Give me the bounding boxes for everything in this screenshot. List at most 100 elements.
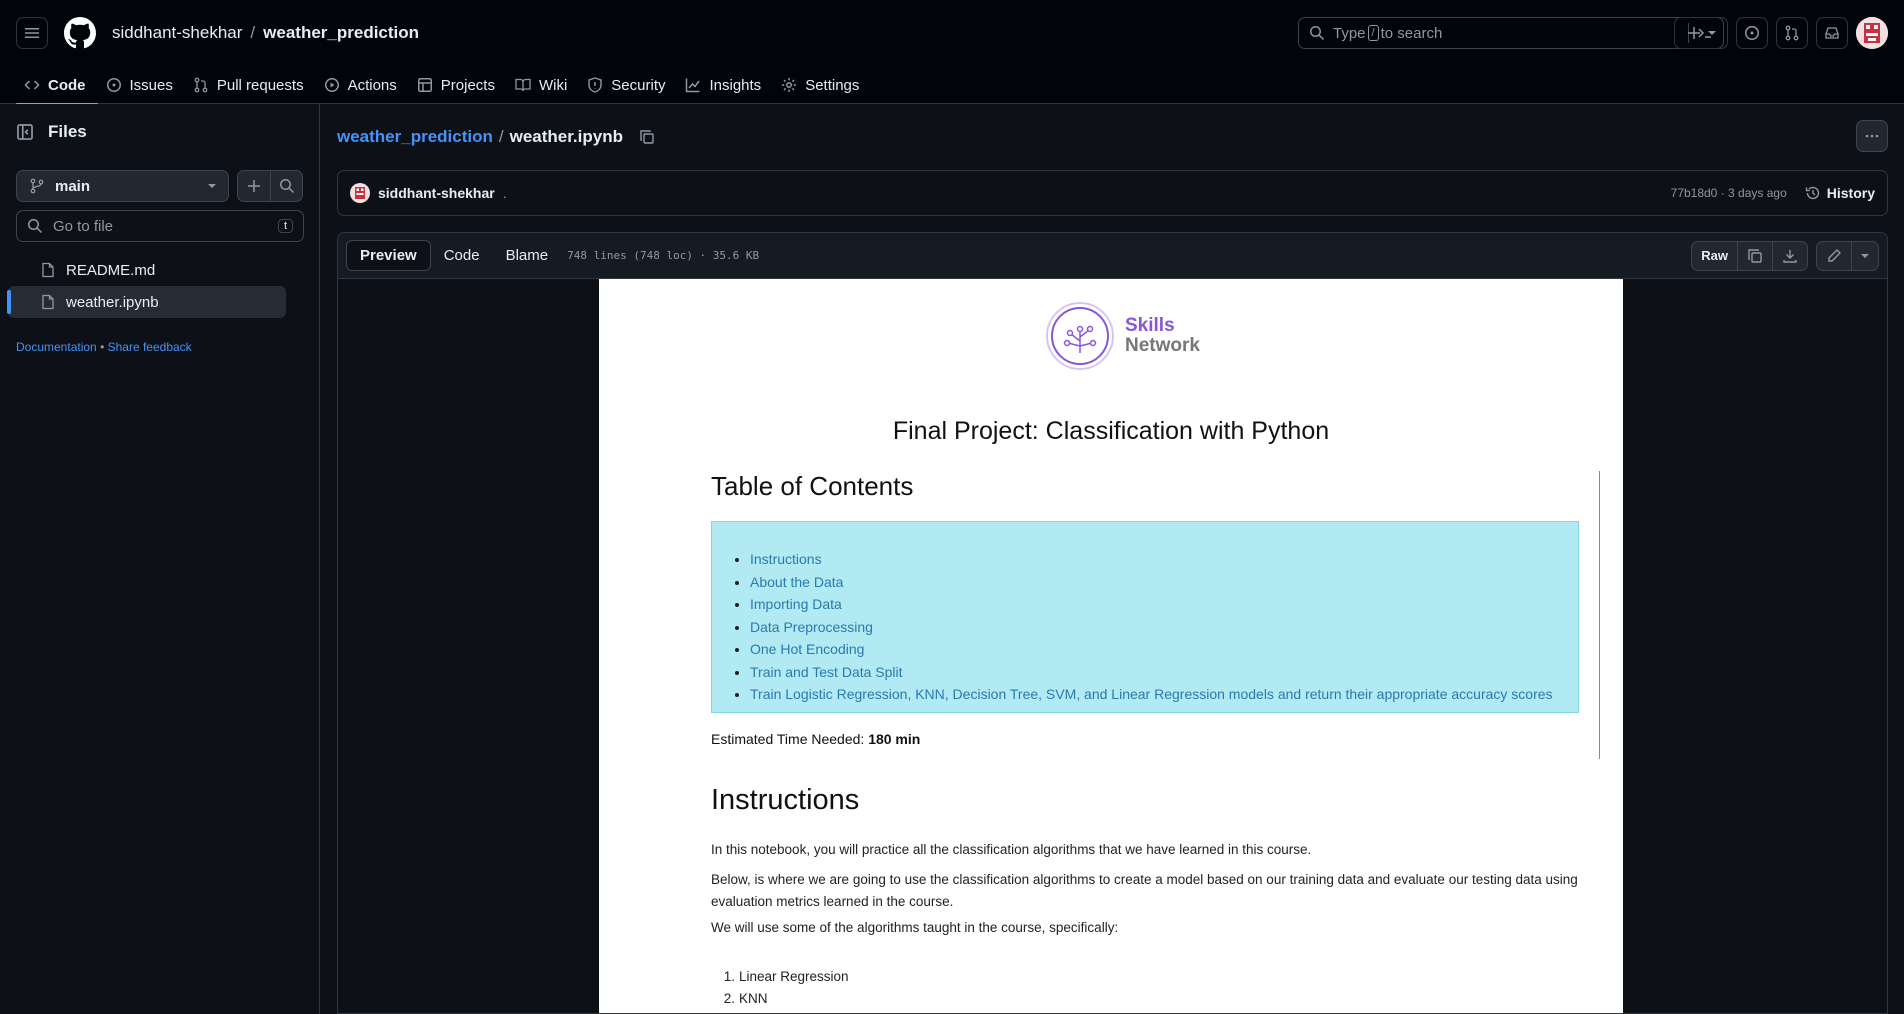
breadcrumb-repo-link[interactable]: weather_prediction (337, 127, 493, 147)
estimated-time-value: 180 min (868, 731, 921, 747)
commit-message[interactable]: . (503, 185, 507, 201)
pull-requests-button[interactable] (1776, 17, 1808, 49)
tab-security[interactable]: Security (579, 66, 677, 104)
pull-request-icon (194, 77, 208, 93)
tab-code[interactable]: Code (16, 66, 98, 105)
copy-raw-button[interactable] (1738, 242, 1772, 270)
hamburger-icon (25, 28, 39, 38)
tab-preview[interactable]: Preview (346, 240, 431, 271)
file-icon (42, 294, 54, 310)
tab-label: Projects (440, 76, 495, 94)
commit-author[interactable]: siddhant-shekhar (378, 185, 495, 201)
toc-link-importing-data[interactable]: Importing Data (750, 593, 1578, 616)
search-files-button[interactable] (270, 171, 302, 201)
inbox-button[interactable] (1816, 17, 1848, 49)
download-icon (1783, 249, 1797, 263)
go-to-file-placeholder: Go to file (53, 217, 114, 235)
github-logo-icon[interactable] (64, 17, 96, 49)
tab-label: Security (611, 76, 666, 94)
toc-link-split[interactable]: Train and Test Data Split (750, 661, 1578, 684)
toc-link-preprocessing[interactable]: Data Preprocessing (750, 616, 1578, 639)
book-icon (515, 78, 531, 92)
file-viewer-toolbar: Preview Code Blame 748 lines (748 loc) ·… (338, 233, 1887, 279)
caret-down-icon (208, 184, 216, 188)
more-options-button[interactable] (1856, 120, 1888, 152)
branch-row: main (0, 170, 319, 202)
search-placeholder-suffix: to search (1380, 24, 1443, 42)
repo-link[interactable]: weather_prediction (263, 23, 419, 43)
repo-nav: Code Issues Pull requests Actions Projec… (0, 66, 1904, 105)
toc-link-instructions[interactable]: Instructions (750, 548, 1578, 571)
menu-button[interactable] (16, 17, 48, 49)
share-feedback-link[interactable]: Share feedback (108, 340, 192, 354)
edit-button[interactable] (1817, 242, 1851, 270)
code-icon (24, 80, 40, 90)
graph-icon (686, 78, 701, 93)
tab-label: Wiki (538, 76, 568, 94)
file-breadcrumb: weather_prediction / weather.ipynb (321, 104, 1904, 170)
create-new-button[interactable] (1674, 17, 1728, 49)
raw-button[interactable]: Raw (1692, 241, 1738, 270)
history-button[interactable]: History (1805, 185, 1875, 201)
inbox-icon (1825, 27, 1839, 39)
toc-link-train-models[interactable]: Train Logistic Regression, KNN, Decision… (750, 683, 1578, 706)
commit-sha[interactable]: 77b18d0 (1671, 186, 1718, 200)
copy-path-icon[interactable] (639, 129, 655, 145)
pencil-icon (1828, 248, 1841, 262)
tab-projects[interactable]: Projects (409, 66, 507, 104)
algorithm-list: 1. Linear Regression 2. KNN (711, 966, 849, 1010)
go-to-file-input[interactable]: Go to file t (16, 210, 304, 242)
history-label: History (1826, 185, 1875, 201)
search-input[interactable]: Type / to search (1298, 17, 1724, 49)
raw-actions: Raw (1691, 240, 1808, 271)
latest-commit-bar: siddhant-shekhar . 77b18d0 · 3 days ago … (337, 170, 1888, 216)
tab-issues[interactable]: Issues (98, 66, 185, 104)
cell-divider (1599, 471, 1600, 759)
history-icon (1805, 186, 1819, 200)
commit-age: 3 days ago (1728, 186, 1787, 200)
search-placeholder-prefix: Type (1333, 24, 1366, 42)
sidebar-header: Files (0, 104, 319, 160)
instructions-heading: Instructions (711, 784, 860, 816)
tree-item-label: README.md (66, 261, 156, 279)
tab-label: Code (48, 76, 86, 94)
tab-code-view[interactable]: Code (431, 241, 493, 270)
add-file-button[interactable] (238, 171, 270, 201)
skills-network-logo: Skills Network (1045, 301, 1200, 371)
avatar[interactable] (1856, 17, 1888, 49)
tab-label: Settings (805, 76, 860, 94)
tree-item-weather-ipynb[interactable]: weather.ipynb (7, 286, 286, 318)
owner-link[interactable]: siddhant-shekhar (112, 23, 242, 43)
branch-selector[interactable]: main (16, 170, 229, 202)
download-button[interactable] (1772, 241, 1807, 270)
tab-settings[interactable]: Settings (773, 66, 871, 104)
algorithm-name: KNN (739, 991, 768, 1006)
tab-blame[interactable]: Blame (493, 241, 562, 270)
tab-pull-requests[interactable]: Pull requests (185, 66, 316, 104)
documentation-link[interactable]: Documentation (16, 340, 97, 354)
edit-dropdown-button[interactable] (1851, 241, 1878, 270)
tab-label: Insights (709, 76, 762, 94)
plus-icon (1688, 27, 1700, 39)
breadcrumb-separator: / (250, 23, 256, 42)
toc-list: Instructions About the Data Importing Da… (750, 548, 1578, 706)
tab-actions[interactable]: Actions (316, 66, 409, 104)
file-info: 748 lines (748 loc) · 35.6 KB (567, 249, 760, 262)
issues-button[interactable] (1736, 17, 1768, 49)
file-icon (42, 262, 54, 278)
tab-wiki[interactable]: Wiki (507, 66, 579, 104)
toc-link-one-hot[interactable]: One Hot Encoding (750, 638, 1578, 661)
link-separator: • (100, 340, 105, 354)
file-actions: Raw (1691, 240, 1879, 271)
file-tree-sidebar: Files main Go to file t README.md weathe… (0, 104, 320, 1014)
toc-link-about-data[interactable]: About the Data (750, 571, 1578, 594)
tree-item-readme[interactable]: README.md (8, 254, 311, 286)
tab-insights[interactable]: Insights (677, 66, 773, 104)
collapse-sidebar-icon[interactable] (16, 123, 34, 141)
list-item: 2. KNN (723, 991, 768, 1006)
global-header: siddhant-shekhar / weather_prediction Ty… (0, 0, 1904, 66)
search-icon (1310, 26, 1325, 41)
notebook-render: Skills Network Final Project: Classifica… (599, 279, 1623, 1013)
search-icon (279, 179, 294, 194)
author-avatar[interactable] (350, 183, 370, 203)
